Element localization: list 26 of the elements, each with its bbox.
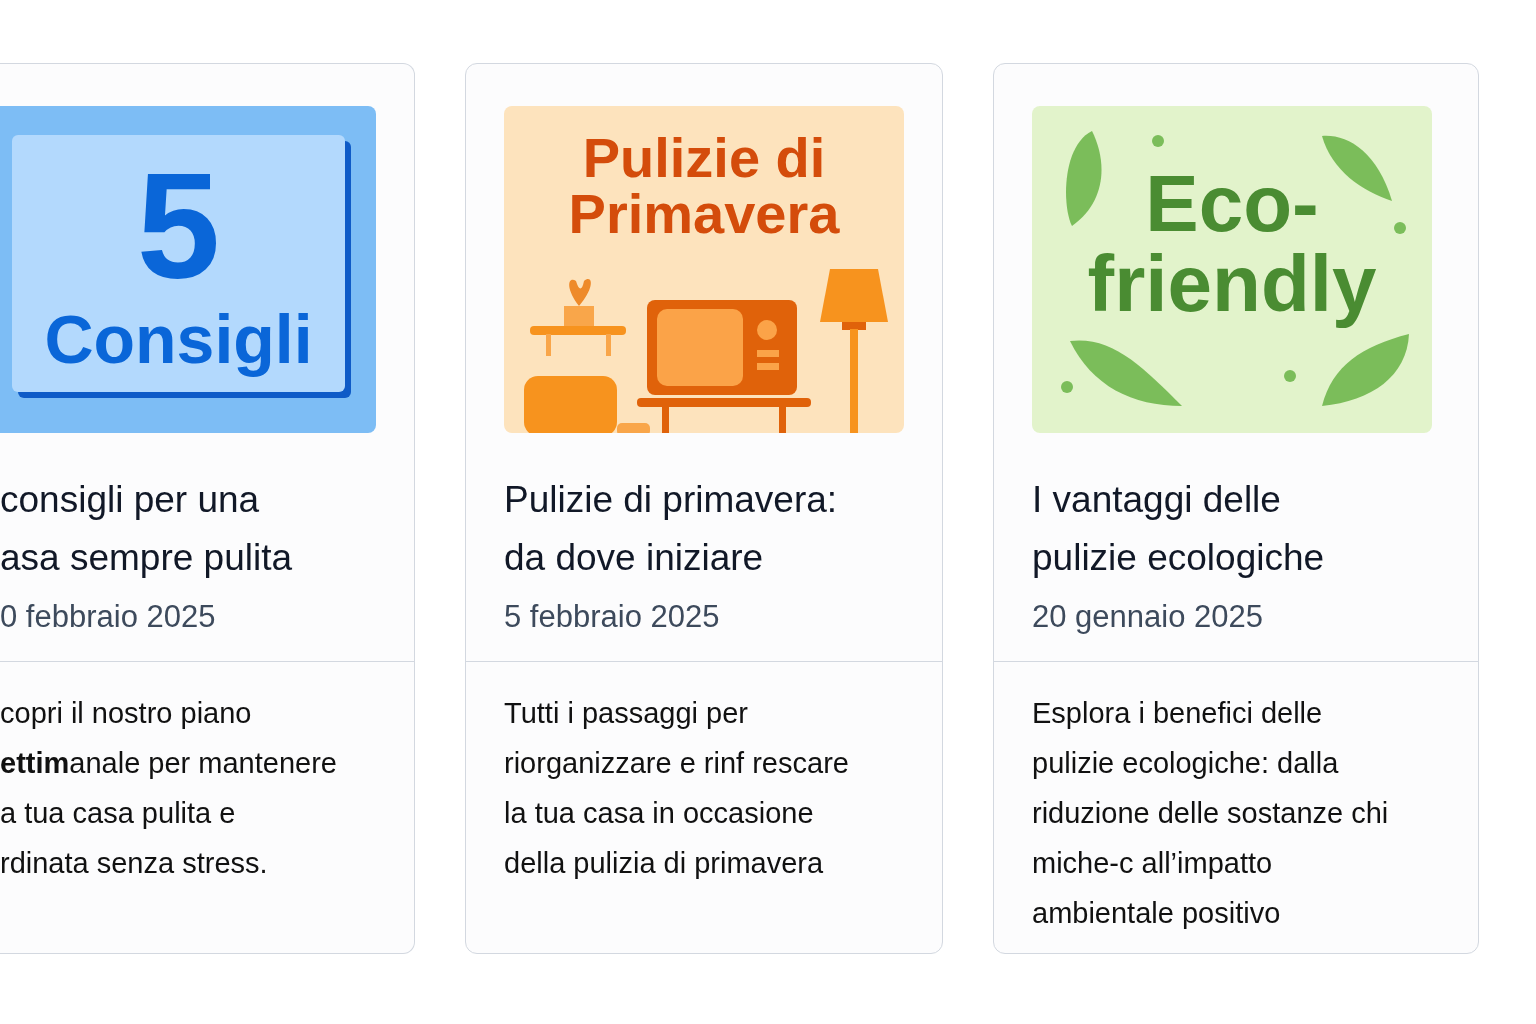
article-date: 20 gennaio 2025 xyxy=(1032,598,1264,636)
armchair-icon xyxy=(524,376,650,433)
leaf-icon xyxy=(1070,338,1182,406)
dot-icon xyxy=(1152,135,1164,147)
dot-icon xyxy=(1394,222,1406,234)
leaf-icon xyxy=(1322,334,1409,406)
article-title[interactable]: consigli per una asa sempre pulita xyxy=(0,471,376,587)
illustration-heading: Eco- xyxy=(1145,164,1319,244)
article-card[interactable]: Pulizie di Primavera Pulizie di primavera: da dove iniziare 5 febbraio 2025 Tutti i passaggi per riorganizzare e rinf rescare la tua casa in occasione della pulizia di primavera xyxy=(465,63,943,954)
article-title[interactable]: I vantaggi delle pulizie ecologiche xyxy=(1032,471,1440,587)
dot-icon xyxy=(1061,381,1073,393)
article-card[interactable]: Eco- friendly I vantaggi delle pulizie ecologiche 20 gennaio 2025 Esplora i benefici delle pulizie ecologiche: dalla riduzione delle sostanze chi miche-c all’impatto ambientale positivo xyxy=(993,63,1479,954)
dot-icon xyxy=(1284,370,1296,382)
leaf-icon xyxy=(1322,134,1392,201)
illustration-heading: Pulizie di Primavera xyxy=(567,130,841,242)
article-excerpt: copri il nostro piano ettimanale per mantenere a tua casa pulita e rdinata senza stress. xyxy=(0,696,338,881)
article-date: 0 febbraio 2025 xyxy=(0,598,217,636)
article-card[interactable]: 5 Consigli consigli per una asa sempre pulita 0 febbraio 2025 copri il nostro piano ettimanale per mantenere a tua casa pulita e rdinata senza stress. xyxy=(0,63,415,954)
article-excerpt: Tutti i passaggi per riorganizzare e rinf rescare la tua casa in occasione della pulizia di primavera xyxy=(503,696,850,881)
article-excerpt: Esplora i benefici delle pulizie ecologiche: dalla riduzione delle sostanze chi miche-c all’impatto ambientale positivo xyxy=(1031,696,1390,931)
article-date: 5 febbraio 2025 xyxy=(504,598,721,636)
illustration-heading: Consigli xyxy=(44,300,313,377)
article-title[interactable]: Pulizie di primavera: da dove iniziare xyxy=(504,471,904,587)
leaf-icon xyxy=(1065,131,1103,226)
illustration-number: 5 xyxy=(136,150,221,301)
floor-lamp-icon xyxy=(820,269,888,433)
